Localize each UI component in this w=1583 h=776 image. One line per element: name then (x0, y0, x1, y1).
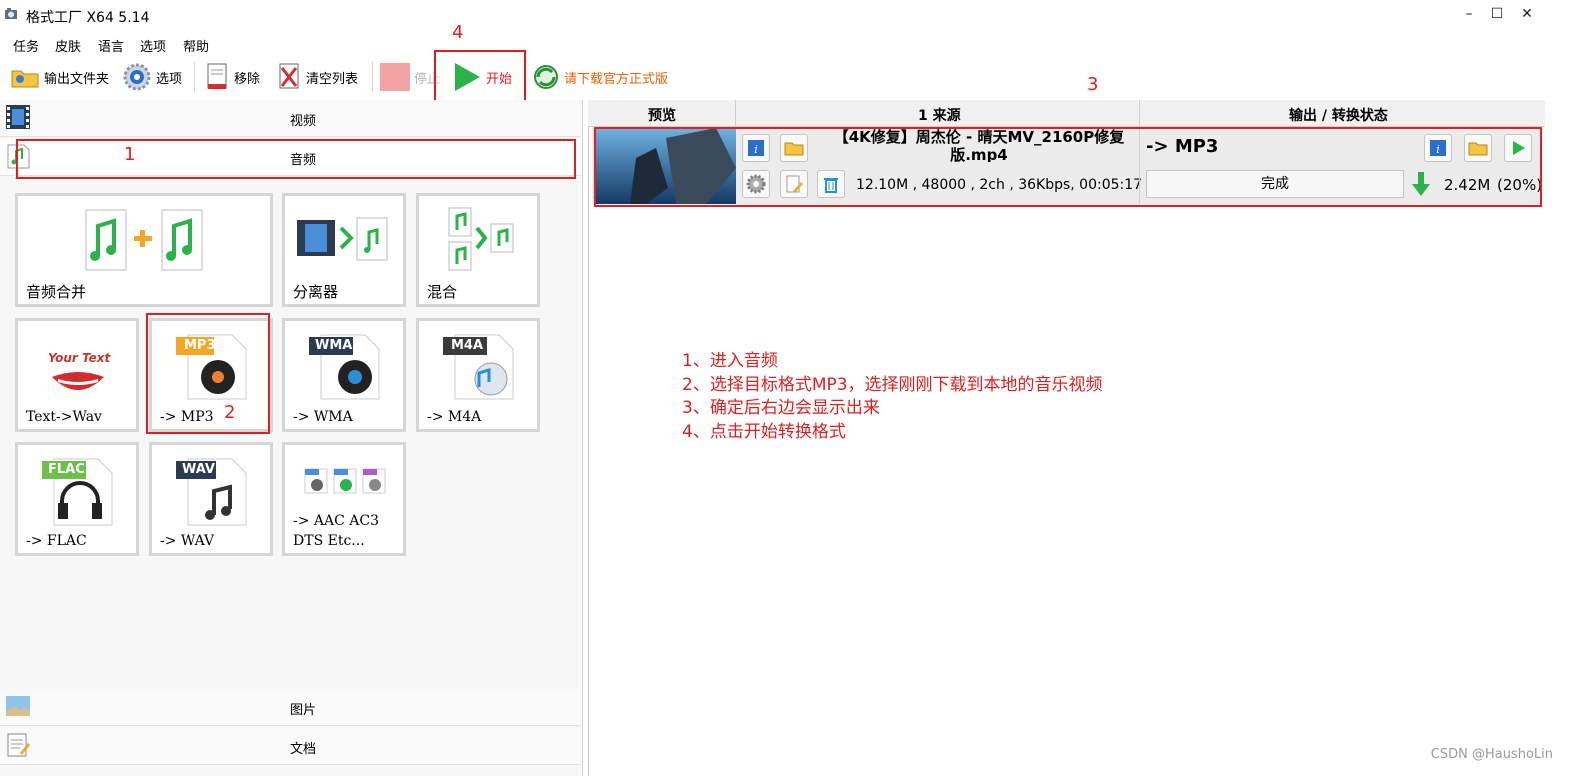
options-label: 选项 (156, 71, 183, 87)
menu-bar: 任务 皮肤 语言 选项 帮助 (0, 32, 1545, 55)
title-bar: 格式工厂 X64 5.14 – ☐ ✕ (0, 0, 1545, 30)
tile-splitter-label: 分离器 (293, 283, 339, 301)
tile-wav-label: -> WAV (160, 533, 215, 549)
annotation-number-3: 3 (1087, 74, 1099, 95)
document-remove-icon (207, 63, 227, 89)
menu-help[interactable]: 帮助 (183, 36, 209, 55)
tile-audio-merge[interactable]: 音频合并 (15, 193, 273, 307)
column-divider (1139, 100, 1140, 126)
flac-badge: FLAC (48, 462, 85, 477)
wma-badge: WMA (315, 338, 353, 353)
tile-text-to-wav[interactable]: Your Text Text->Wav (15, 318, 139, 432)
window-title: 格式工厂 X64 5.14 (26, 10, 150, 26)
tile-wav[interactable]: WAV -> WAV (149, 442, 273, 556)
tile-audio-merge-label: 音频合并 (26, 283, 87, 301)
tile-wma-label: -> WMA (293, 409, 353, 425)
mix-icon (448, 207, 514, 271)
category-image[interactable]: 图片 (0, 689, 580, 726)
close-button[interactable]: ✕ (1516, 6, 1538, 24)
category-image-label: 图片 (290, 703, 317, 718)
tile-splitter[interactable]: 分离器 (282, 193, 406, 307)
stop-button[interactable]: 停止 (380, 60, 440, 94)
tile-m4a-label: -> M4A (427, 409, 482, 425)
download-official-link[interactable]: 请下载官方正式版 (532, 60, 668, 94)
category-video[interactable]: 视频 (0, 100, 580, 137)
m4a-badge: M4A (451, 338, 484, 353)
column-source[interactable]: 1 来源 (918, 105, 961, 125)
annotation-note: 3、确定后右边会显示出来 (682, 398, 880, 418)
watermark: CSDN @HaushoLin (1430, 747, 1553, 762)
category-panel: 视频 音频 图片 文档 音频合并 分离器 混合 Your Text Text->… (0, 100, 583, 776)
film-icon (6, 105, 30, 129)
annotation-box-3 (594, 127, 1542, 207)
tile-m4a[interactable]: M4A -> M4A (416, 318, 540, 432)
options-button[interactable]: 选项 (122, 60, 182, 94)
lips-icon (52, 372, 104, 390)
annotation-note: 2、选择目标格式MP3，选择刚刚下载到本地的音乐视频 (682, 374, 1103, 395)
tile-aac[interactable]: -> AAC AC3 DTS Etc... (282, 442, 406, 556)
annotation-box-2 (146, 313, 270, 434)
output-folder-button[interactable]: 输出文件夹 (10, 60, 109, 94)
audio-merge-icon (85, 209, 203, 271)
remove-label: 移除 (234, 71, 261, 87)
category-document-label: 文档 (290, 742, 317, 757)
output-folder-label: 输出文件夹 (44, 71, 110, 87)
gear-icon (123, 63, 151, 91)
annotation-box-4 (434, 50, 526, 102)
tile-aac-label: -> AAC AC3 DTS Etc... (293, 513, 380, 549)
clear-list-label: 清空列表 (306, 71, 359, 87)
menu-skin[interactable]: 皮肤 (55, 36, 81, 55)
toolbar-divider (372, 62, 373, 92)
toolbar: 输出文件夹 选项 移除 清空列表 停止 开始 请下载官方正式版 (0, 56, 1545, 98)
tile-mix[interactable]: 混合 (416, 193, 540, 307)
task-table-header: 预览 1 来源 输出 / 转换状态 (588, 100, 1545, 127)
annotation-notes: 1、进入音频 2、选择目标格式MP3，选择刚刚下载到本地的音乐视频 3、确定后右… (682, 350, 1103, 444)
tile-flac-label: -> FLAC (26, 533, 87, 549)
menu-language[interactable]: 语言 (98, 36, 124, 55)
annotation-box-1 (16, 139, 576, 179)
document-icon (7, 733, 30, 757)
globe-refresh-icon (534, 65, 558, 89)
stop-icon (380, 63, 410, 91)
your-text-logo: Your Text (48, 351, 111, 365)
tile-mix-label: 混合 (427, 283, 458, 301)
column-divider (735, 100, 736, 126)
annotation-note: 1、进入音频 (682, 351, 778, 371)
toolbar-divider (194, 62, 195, 92)
clear-list-icon (279, 63, 299, 89)
clear-list-button[interactable]: 清空列表 (276, 60, 358, 94)
category-document[interactable]: 文档 (0, 728, 580, 765)
column-preview[interactable]: 预览 (648, 105, 676, 125)
folder-icon (11, 70, 39, 88)
wav-badge: WAV (182, 462, 215, 477)
annotation-number-1: 1 (124, 144, 136, 165)
column-output[interactable]: 输出 / 转换状态 (1289, 105, 1388, 125)
tile-wma[interactable]: WMA -> WMA (282, 318, 406, 432)
minimize-button[interactable]: – (1458, 6, 1480, 24)
remove-button[interactable]: 移除 (204, 60, 260, 94)
menu-options[interactable]: 选项 (140, 36, 166, 55)
splitter-icon (297, 217, 388, 261)
app-logo-icon (5, 8, 17, 19)
maximize-button[interactable]: ☐ (1486, 6, 1508, 24)
tile-flac[interactable]: FLAC -> FLAC (15, 442, 139, 556)
download-official-label: 请下载官方正式版 (564, 71, 669, 87)
annotation-note: 4、点击开始转换格式 (682, 421, 846, 442)
annotation-number-4: 4 (452, 22, 464, 43)
picture-icon (6, 696, 30, 716)
multi-format-icon (304, 468, 386, 494)
annotation-number-2: 2 (224, 402, 236, 423)
tile-text-to-wav-label: Text->Wav (26, 409, 102, 425)
category-video-label: 视频 (290, 114, 317, 129)
menu-task[interactable]: 任务 (13, 36, 39, 55)
